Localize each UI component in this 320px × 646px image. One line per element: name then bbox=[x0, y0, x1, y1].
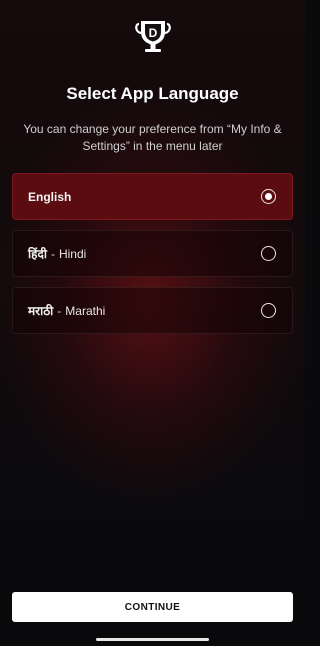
radio-dot-icon bbox=[265, 193, 272, 200]
page-title: Select App Language bbox=[66, 84, 239, 103]
language-english-name: Hindi bbox=[58, 246, 87, 261]
radio-button-selected[interactable] bbox=[261, 189, 276, 204]
language-option-marathi[interactable]: मराठी - Marathi bbox=[12, 287, 293, 334]
continue-button[interactable]: CONTINUE bbox=[12, 592, 293, 622]
language-option-label: मराठी - Marathi bbox=[28, 302, 261, 319]
language-option-english[interactable]: English bbox=[12, 173, 293, 220]
page-subtitle: You can change your preference from “My … bbox=[23, 122, 282, 153]
radio-button[interactable] bbox=[261, 303, 276, 318]
logo-letter: D bbox=[149, 26, 158, 40]
radio-button[interactable] bbox=[261, 246, 276, 261]
language-english-name: Marathi bbox=[65, 303, 106, 318]
language-native-name: मराठी bbox=[28, 304, 54, 318]
dream11-trophy-logo-icon: D bbox=[135, 21, 171, 52]
language-native-name: English bbox=[28, 189, 72, 204]
language-native-name: हिंदी bbox=[28, 247, 47, 261]
language-selection-screen: D Select App Language You can change you… bbox=[0, 0, 305, 646]
language-option-label: English bbox=[28, 190, 261, 204]
language-separator: - bbox=[57, 303, 62, 318]
home-indicator[interactable] bbox=[96, 638, 209, 641]
language-option-label: हिंदी - Hindi bbox=[28, 245, 261, 262]
language-separator: - bbox=[50, 246, 55, 261]
language-option-hindi[interactable]: हिंदी - Hindi bbox=[12, 230, 293, 277]
